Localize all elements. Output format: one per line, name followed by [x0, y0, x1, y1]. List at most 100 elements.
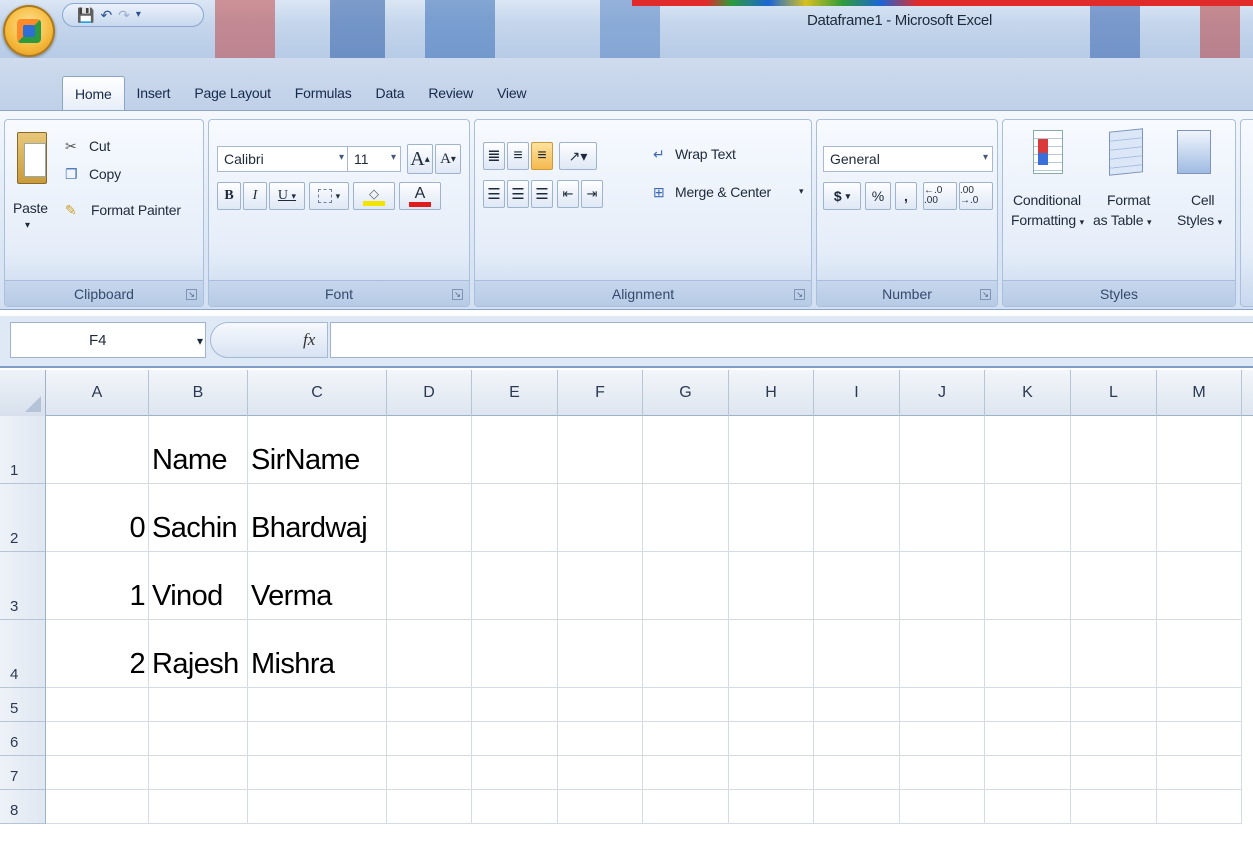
cell-i1[interactable]	[814, 416, 900, 484]
cell-l7[interactable]	[1071, 756, 1157, 790]
cell-f7[interactable]	[558, 756, 643, 790]
cell-l1[interactable]	[1071, 416, 1157, 484]
column-header-l[interactable]: L	[1071, 370, 1157, 416]
cell-e6[interactable]	[472, 722, 558, 756]
cell-k7[interactable]	[985, 756, 1071, 790]
column-header-f[interactable]: F	[558, 370, 643, 416]
clipboard-launcher-icon[interactable]: ↘	[186, 289, 197, 300]
comma-button[interactable]: ,	[895, 182, 917, 210]
cell-d5[interactable]	[387, 688, 472, 722]
align-bottom-button[interactable]: ≡	[531, 142, 553, 170]
cell-a7[interactable]	[46, 756, 149, 790]
cell-m1[interactable]	[1157, 416, 1242, 484]
font-name-combo[interactable]: Calibri ▾	[217, 146, 349, 172]
cell-e7[interactable]	[472, 756, 558, 790]
cell-j2[interactable]	[900, 484, 985, 552]
column-header-h[interactable]: H	[729, 370, 814, 416]
tab-formulas[interactable]: Formulas	[283, 76, 364, 110]
align-top-button[interactable]: ≣	[483, 142, 505, 170]
paste-button[interactable]: Paste ▾	[11, 128, 57, 268]
tab-review[interactable]: Review	[416, 76, 485, 110]
cell-d8[interactable]	[387, 790, 472, 824]
undo-icon[interactable]: ↶	[100, 8, 112, 22]
cell-f3[interactable]	[558, 552, 643, 620]
cell-f2[interactable]	[558, 484, 643, 552]
decrease-decimal-button[interactable]: .00 →.0	[959, 182, 993, 210]
office-button[interactable]	[3, 5, 55, 57]
cell-g1[interactable]	[643, 416, 729, 484]
cell-m3[interactable]	[1157, 552, 1242, 620]
cell-m4[interactable]	[1157, 620, 1242, 688]
cell-g2[interactable]	[643, 484, 729, 552]
cell-b3[interactable]: Vinod	[149, 552, 248, 620]
column-header-i[interactable]: I	[814, 370, 900, 416]
cell-d4[interactable]	[387, 620, 472, 688]
cell-e2[interactable]	[472, 484, 558, 552]
orientation-button[interactable]: ↗▾	[559, 142, 597, 170]
cell-g7[interactable]	[643, 756, 729, 790]
cell-h3[interactable]	[729, 552, 814, 620]
cell-b7[interactable]	[149, 756, 248, 790]
cell-d7[interactable]	[387, 756, 472, 790]
cell-a3[interactable]: 1	[46, 552, 149, 620]
cell-c2[interactable]: Bhardwaj	[248, 484, 387, 552]
cell-e8[interactable]	[472, 790, 558, 824]
cell-j3[interactable]	[900, 552, 985, 620]
row-header-5[interactable]: 5	[0, 688, 46, 722]
cell-styles-button[interactable]: Cell Styles ▾	[1163, 126, 1233, 266]
format-as-table-button[interactable]: Format as Table ▾	[1089, 126, 1163, 266]
cell-i4[interactable]	[814, 620, 900, 688]
row-header-7[interactable]: 7	[0, 756, 46, 790]
column-header-c[interactable]: C	[248, 370, 387, 416]
font-launcher-icon[interactable]: ↘	[452, 289, 463, 300]
cell-k3[interactable]	[985, 552, 1071, 620]
cell-e3[interactable]	[472, 552, 558, 620]
cell-c1[interactable]: SirName	[248, 416, 387, 484]
cell-b2[interactable]: Sachin	[149, 484, 248, 552]
column-header-e[interactable]: E	[472, 370, 558, 416]
cell-k8[interactable]	[985, 790, 1071, 824]
tab-home[interactable]: Home	[62, 76, 125, 110]
align-middle-button[interactable]: ≡	[507, 142, 529, 170]
cell-e5[interactable]	[472, 688, 558, 722]
cell-m7[interactable]	[1157, 756, 1242, 790]
cell-f4[interactable]	[558, 620, 643, 688]
redo-icon[interactable]: ↷	[118, 8, 130, 22]
cell-m2[interactable]	[1157, 484, 1242, 552]
font-size-combo[interactable]: 11 ▾	[347, 146, 401, 172]
cell-l2[interactable]	[1071, 484, 1157, 552]
row-header-6[interactable]: 6	[0, 722, 46, 756]
cell-b8[interactable]	[149, 790, 248, 824]
cell-l8[interactable]	[1071, 790, 1157, 824]
cell-a5[interactable]	[46, 688, 149, 722]
align-center-button[interactable]: ☰	[507, 180, 529, 208]
cell-i6[interactable]	[814, 722, 900, 756]
cell-j8[interactable]	[900, 790, 985, 824]
cell-g5[interactable]	[643, 688, 729, 722]
cell-j4[interactable]	[900, 620, 985, 688]
cell-a6[interactable]	[46, 722, 149, 756]
cell-b5[interactable]	[149, 688, 248, 722]
cell-l5[interactable]	[1071, 688, 1157, 722]
cell-f6[interactable]	[558, 722, 643, 756]
number-launcher-icon[interactable]: ↘	[980, 289, 991, 300]
row-header-1[interactable]: 1	[0, 416, 46, 484]
cell-b4[interactable]: Rajesh	[149, 620, 248, 688]
tab-page-layout[interactable]: Page Layout	[182, 76, 282, 110]
fill-color-button[interactable]: ◇	[353, 182, 395, 210]
cell-j5[interactable]	[900, 688, 985, 722]
cell-h8[interactable]	[729, 790, 814, 824]
cell-g3[interactable]	[643, 552, 729, 620]
cell-k2[interactable]	[985, 484, 1071, 552]
number-format-combo[interactable]: General ▾	[823, 146, 993, 172]
column-header-j[interactable]: J	[900, 370, 985, 416]
align-left-button[interactable]: ☰	[483, 180, 505, 208]
cell-l4[interactable]	[1071, 620, 1157, 688]
cell-k4[interactable]	[985, 620, 1071, 688]
cell-i7[interactable]	[814, 756, 900, 790]
row-header-3[interactable]: 3	[0, 552, 46, 620]
shrink-font-button[interactable]: A ▾	[435, 144, 461, 174]
cell-h1[interactable]	[729, 416, 814, 484]
italic-button[interactable]: I	[243, 182, 267, 210]
chevron-down-icon[interactable]: ▾	[197, 323, 203, 359]
